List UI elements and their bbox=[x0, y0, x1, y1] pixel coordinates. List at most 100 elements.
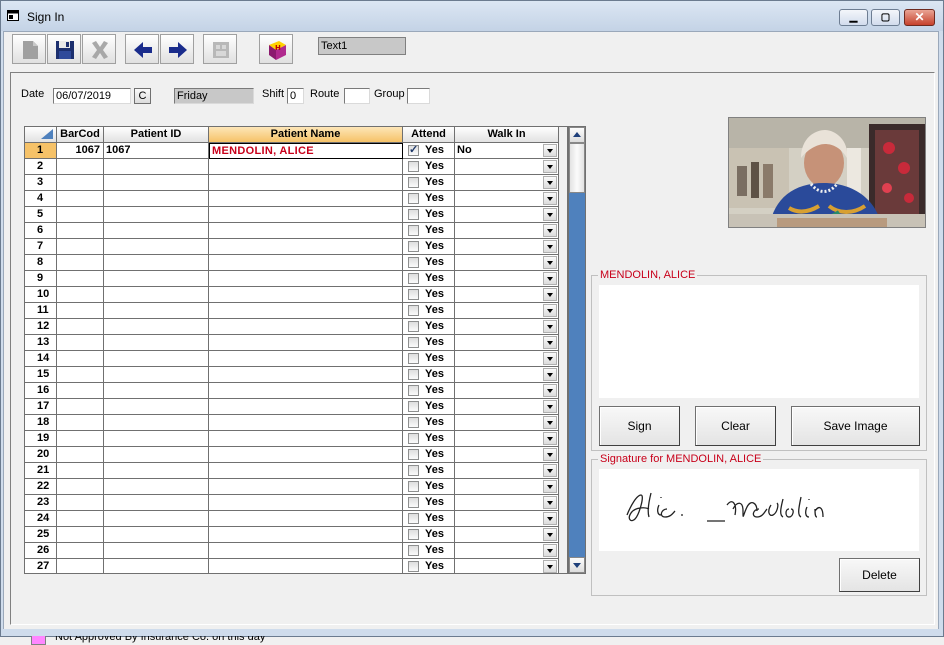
walk-in-cell[interactable] bbox=[455, 383, 559, 399]
barcode-cell[interactable] bbox=[57, 543, 104, 559]
save-button[interactable] bbox=[47, 34, 81, 64]
chevron-down-icon[interactable] bbox=[543, 240, 557, 253]
walk-in-cell[interactable] bbox=[455, 511, 559, 527]
header-barcode[interactable]: BarCod bbox=[57, 127, 104, 143]
attend-checkbox[interactable] bbox=[408, 465, 419, 476]
walk-in-cell[interactable] bbox=[455, 271, 559, 287]
patient-name-cell[interactable] bbox=[209, 175, 403, 191]
attend-checkbox[interactable] bbox=[408, 241, 419, 252]
attend-cell[interactable]: Yes bbox=[403, 351, 455, 367]
row-number-cell[interactable]: 3 bbox=[25, 175, 57, 191]
attend-cell[interactable]: Yes bbox=[403, 399, 455, 415]
patient-id-cell[interactable] bbox=[104, 479, 209, 495]
attend-cell[interactable]: Yes bbox=[403, 207, 455, 223]
patient-id-cell[interactable] bbox=[104, 543, 209, 559]
clear-button[interactable]: Clear bbox=[695, 406, 776, 446]
patient-name-cell[interactable] bbox=[209, 463, 403, 479]
delete-toolbar-button[interactable] bbox=[82, 34, 116, 64]
maximize-button[interactable]: ▢ bbox=[871, 9, 900, 26]
barcode-cell[interactable] bbox=[57, 159, 104, 175]
chevron-down-icon[interactable] bbox=[543, 400, 557, 413]
patient-id-cell[interactable] bbox=[104, 191, 209, 207]
chevron-down-icon[interactable] bbox=[543, 480, 557, 493]
attend-checkbox[interactable] bbox=[408, 433, 419, 444]
patient-id-cell[interactable] bbox=[104, 239, 209, 255]
patient-id-cell[interactable] bbox=[104, 207, 209, 223]
chevron-down-icon[interactable] bbox=[543, 528, 557, 541]
patient-id-cell[interactable] bbox=[104, 527, 209, 543]
row-number-cell[interactable]: 26 bbox=[25, 543, 57, 559]
chevron-down-icon[interactable] bbox=[543, 288, 557, 301]
header-walk-in[interactable]: Walk In bbox=[455, 127, 559, 143]
chevron-down-icon[interactable] bbox=[543, 464, 557, 477]
chevron-down-icon[interactable] bbox=[543, 496, 557, 509]
patient-id-cell[interactable] bbox=[104, 431, 209, 447]
attend-checkbox[interactable] bbox=[408, 513, 419, 524]
row-number-cell[interactable]: 13 bbox=[25, 335, 57, 351]
patient-name-cell[interactable] bbox=[209, 479, 403, 495]
patient-name-cell[interactable] bbox=[209, 399, 403, 415]
row-number-cell[interactable]: 20 bbox=[25, 447, 57, 463]
walk-in-cell[interactable] bbox=[455, 175, 559, 191]
attend-checkbox[interactable] bbox=[408, 337, 419, 348]
attend-checkbox[interactable] bbox=[408, 481, 419, 492]
attend-cell[interactable]: Yes bbox=[403, 479, 455, 495]
barcode-cell[interactable] bbox=[57, 351, 104, 367]
next-button[interactable] bbox=[160, 34, 194, 64]
patient-name-cell[interactable] bbox=[209, 319, 403, 335]
attend-cell[interactable]: Yes bbox=[403, 175, 455, 191]
chevron-down-icon[interactable] bbox=[543, 560, 557, 573]
walk-in-cell[interactable] bbox=[455, 351, 559, 367]
attend-checkbox[interactable] bbox=[408, 321, 419, 332]
chevron-down-icon[interactable] bbox=[543, 208, 557, 221]
patient-id-cell[interactable] bbox=[104, 415, 209, 431]
group-input[interactable] bbox=[407, 88, 430, 104]
patient-name-cell[interactable] bbox=[209, 559, 403, 573]
patient-id-cell[interactable] bbox=[104, 559, 209, 573]
patient-id-cell[interactable] bbox=[104, 447, 209, 463]
row-number-cell[interactable]: 22 bbox=[25, 479, 57, 495]
new-button[interactable] bbox=[12, 34, 46, 64]
row-number-cell[interactable]: 11 bbox=[25, 303, 57, 319]
calendar-button[interactable]: C bbox=[134, 88, 151, 104]
help-button[interactable]: H bbox=[259, 34, 293, 64]
barcode-cell[interactable] bbox=[57, 511, 104, 527]
attend-checkbox[interactable] bbox=[408, 369, 419, 380]
attend-checkbox[interactable] bbox=[408, 417, 419, 428]
chevron-down-icon[interactable] bbox=[543, 384, 557, 397]
barcode-cell[interactable] bbox=[57, 207, 104, 223]
chevron-down-icon[interactable] bbox=[543, 368, 557, 381]
walk-in-cell[interactable] bbox=[455, 559, 559, 573]
patient-id-cell[interactable] bbox=[104, 287, 209, 303]
scroll-down-button[interactable] bbox=[569, 557, 585, 573]
sign-button[interactable]: Sign bbox=[599, 406, 680, 446]
chevron-down-icon[interactable] bbox=[543, 448, 557, 461]
patient-name-cell[interactable] bbox=[209, 511, 403, 527]
patient-id-cell[interactable] bbox=[104, 319, 209, 335]
row-number-cell[interactable]: 19 bbox=[25, 431, 57, 447]
walk-in-cell[interactable] bbox=[455, 159, 559, 175]
header-attend[interactable]: Attend bbox=[403, 127, 455, 143]
walk-in-cell[interactable] bbox=[455, 447, 559, 463]
barcode-cell[interactable] bbox=[57, 271, 104, 287]
walk-in-cell[interactable] bbox=[455, 543, 559, 559]
row-number-cell[interactable]: 23 bbox=[25, 495, 57, 511]
attend-checkbox[interactable] bbox=[408, 449, 419, 460]
barcode-cell[interactable] bbox=[57, 431, 104, 447]
attend-cell[interactable]: Yes bbox=[403, 527, 455, 543]
attend-cell[interactable]: Yes bbox=[403, 287, 455, 303]
walk-in-cell[interactable] bbox=[455, 319, 559, 335]
chevron-down-icon[interactable] bbox=[543, 224, 557, 237]
chevron-down-icon[interactable] bbox=[543, 544, 557, 557]
walk-in-cell[interactable] bbox=[455, 431, 559, 447]
patient-name-cell[interactable] bbox=[209, 335, 403, 351]
patient-id-cell[interactable] bbox=[104, 335, 209, 351]
walk-in-cell[interactable] bbox=[455, 335, 559, 351]
row-number-cell[interactable]: 14 bbox=[25, 351, 57, 367]
row-number-cell[interactable]: 5 bbox=[25, 207, 57, 223]
patient-id-cell[interactable] bbox=[104, 255, 209, 271]
attend-checkbox[interactable] bbox=[408, 209, 419, 220]
delete-signature-button[interactable]: Delete bbox=[839, 558, 920, 592]
row-number-cell[interactable]: 7 bbox=[25, 239, 57, 255]
attend-checkbox[interactable] bbox=[408, 497, 419, 508]
